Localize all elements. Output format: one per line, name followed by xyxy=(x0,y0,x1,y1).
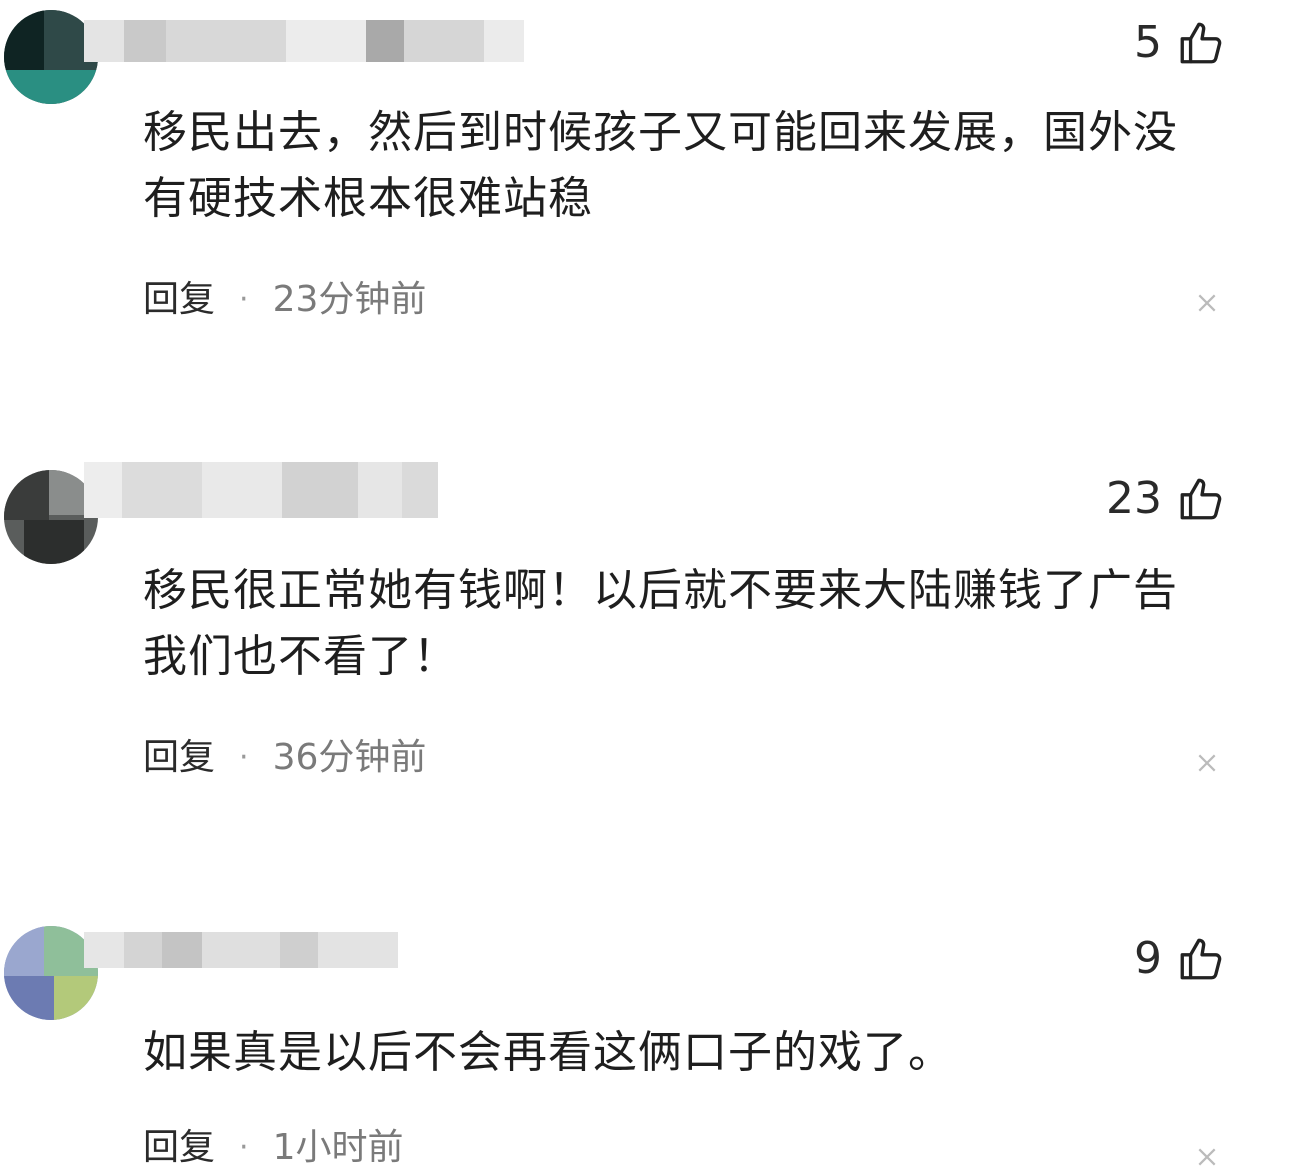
like-count: 23 xyxy=(1106,473,1162,524)
like-button[interactable]: 23 xyxy=(1106,474,1226,524)
comment-item: 23 移民很正常她有钱啊！以后就不要来大陆赚钱了广告我们也不看了！ 回复 · 3… xyxy=(0,450,1306,870)
username-blurred[interactable] xyxy=(84,20,524,62)
close-icon[interactable] xyxy=(1196,752,1218,774)
reply-button[interactable]: 回复 xyxy=(143,282,215,318)
like-count: 9 xyxy=(1134,933,1162,984)
comment-meta: 回复 · 1小时前 xyxy=(143,1130,403,1166)
thumbs-up-icon xyxy=(1180,478,1222,520)
timestamp: 36分钟前 xyxy=(272,737,427,778)
comment-text: 移民很正常她有钱啊！以后就不要来大陆赚钱了广告我们也不看了！ xyxy=(143,565,1178,682)
like-button[interactable]: 5 xyxy=(1134,18,1226,68)
username-blurred[interactable] xyxy=(84,932,398,968)
reply-button[interactable]: 回复 xyxy=(143,740,215,776)
timestamp: 1小时前 xyxy=(272,1127,404,1168)
timestamp: 23分钟前 xyxy=(272,279,427,320)
like-button[interactable]: 9 xyxy=(1134,934,1226,984)
separator-dot: · xyxy=(239,740,249,775)
close-icon[interactable] xyxy=(1196,1146,1218,1168)
comment-item: 9 如果真是以后不会再看这俩口子的戏了。 回复 · 1小时前 xyxy=(0,910,1306,1176)
comment-text: 如果真是以后不会再看这俩口子的戏了。 xyxy=(143,1027,953,1078)
separator-dot: · xyxy=(239,282,249,317)
thumbs-up-icon xyxy=(1180,938,1222,980)
reply-button[interactable]: 回复 xyxy=(143,1130,215,1166)
thumbs-up-icon xyxy=(1180,22,1222,64)
comment-meta: 回复 · 23分钟前 xyxy=(143,282,426,318)
comment-text: 移民出去，然后到时候孩子又可能回来发展，国外没有硬技术根本很难站稳 xyxy=(143,107,1178,224)
comment-meta: 回复 · 36分钟前 xyxy=(143,740,426,776)
like-count: 5 xyxy=(1134,17,1162,68)
separator-dot: · xyxy=(239,1130,249,1165)
username-blurred[interactable] xyxy=(84,462,438,518)
comment-item: 5 移民出去，然后到时候孩子又可能回来发展，国外没有硬技术根本很难站稳 回复 ·… xyxy=(0,0,1306,400)
close-icon[interactable] xyxy=(1196,292,1218,314)
